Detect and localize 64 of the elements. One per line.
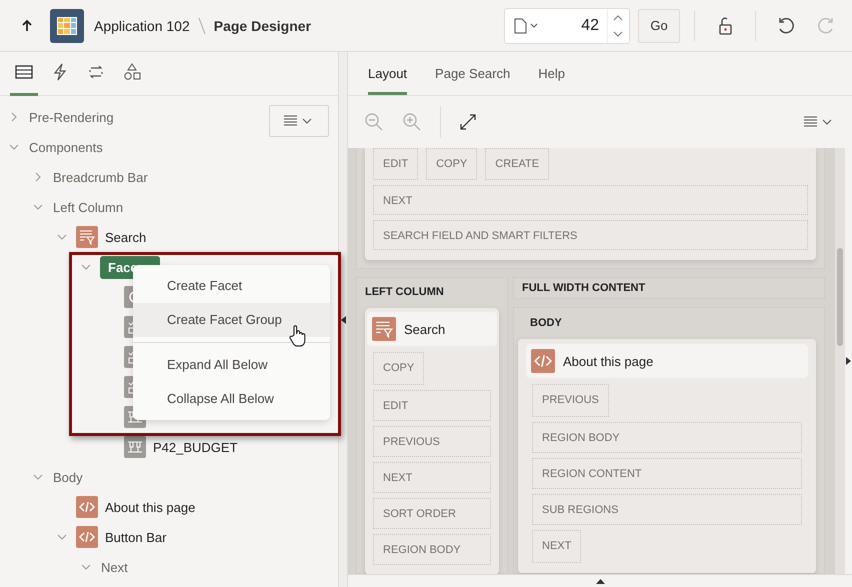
menu-item[interactable]: Create Facet xyxy=(133,269,330,303)
page-number-field[interactable]: 42 xyxy=(504,8,630,44)
scrollbar-thumb[interactable] xyxy=(837,248,843,346)
facets-icon xyxy=(372,317,396,341)
tree-node[interactable]: P42_BUDGET xyxy=(152,436,239,458)
tree-node[interactable]: Next xyxy=(100,556,129,578)
panel-tab[interactable]: Help xyxy=(538,52,565,95)
app-logo-icon[interactable] xyxy=(50,8,84,42)
button-slot[interactable]: SEARCH FIELD AND SMART FILTERS xyxy=(373,220,808,250)
code-icon xyxy=(76,496,98,518)
tree-node[interactable]: Button Bar xyxy=(104,526,168,548)
region-header[interactable]: About this page xyxy=(526,344,808,378)
expand-arrows-icon[interactable] xyxy=(459,113,477,131)
button-slot[interactable]: REGION CONTENT xyxy=(532,458,802,489)
page-icon xyxy=(513,18,539,34)
menu-dropdown-button[interactable] xyxy=(269,105,329,137)
page-number: 42 xyxy=(580,16,600,34)
button-slot[interactable]: PREVIOUS xyxy=(373,426,491,457)
region-title: Search xyxy=(404,322,446,336)
button-slot[interactable]: NEXT xyxy=(532,530,582,563)
tree-node[interactable]: Left Column xyxy=(52,196,124,218)
tree-node[interactable]: Search xyxy=(104,226,148,248)
button-slot[interactable]: REGION BODY xyxy=(373,534,491,565)
page-title: Page Designer xyxy=(214,18,312,34)
refresh-icon xyxy=(87,63,105,81)
column-title: FULL WIDTH CONTENT xyxy=(522,282,646,294)
button-slot[interactable]: NEXT xyxy=(373,462,491,493)
button-slot[interactable]: SORT ORDER xyxy=(373,498,491,529)
panel-tab[interactable]: Page Search xyxy=(435,52,510,95)
lightning-icon xyxy=(52,63,68,81)
column-title: LEFT COLUMN xyxy=(365,285,445,300)
code-icon xyxy=(531,349,555,373)
menu-item[interactable]: Collapse All Below xyxy=(133,382,330,416)
facets-icon xyxy=(76,226,98,248)
button-slot[interactable]: COPY xyxy=(373,352,424,385)
column-title: BODY xyxy=(529,316,563,331)
button-slot[interactable]: CREATE xyxy=(485,148,550,180)
tree-node[interactable]: Pre-Rendering xyxy=(28,106,115,128)
collapse-up-icon[interactable] xyxy=(596,578,604,584)
range-icon xyxy=(124,436,146,458)
tree-view-icon xyxy=(15,64,33,80)
hand-cursor-icon xyxy=(288,324,306,348)
button-slot[interactable]: EDIT xyxy=(373,390,491,421)
button-slot[interactable]: PREVIOUS xyxy=(532,384,609,417)
button-slot[interactable]: SUB REGIONS xyxy=(532,494,802,525)
menu-item[interactable]: Create Facet Group xyxy=(133,303,330,337)
shapes-icon xyxy=(123,63,141,81)
app-name-link[interactable]: Application 102 xyxy=(94,18,190,34)
menu-item[interactable]: Expand All Below xyxy=(133,348,330,382)
panel-tab[interactable]: Layout xyxy=(368,52,408,95)
menu-icon xyxy=(802,115,834,129)
code-icon xyxy=(76,526,98,548)
button-slot[interactable]: NEXT xyxy=(373,185,808,215)
region-header[interactable]: Search xyxy=(367,312,497,346)
button-slot[interactable]: REGION BODY xyxy=(532,422,802,453)
button-slot[interactable]: EDIT xyxy=(373,148,418,180)
breadcrumb-separator-icon xyxy=(198,16,206,34)
go-button[interactable]: Go xyxy=(638,8,680,42)
region-title: About this page xyxy=(563,354,654,368)
tree-node[interactable]: Components xyxy=(28,136,104,158)
button-slot[interactable]: COPY xyxy=(426,148,478,180)
tree-node[interactable]: Body xyxy=(52,466,84,488)
tree-node[interactable]: Breadcrumb Bar xyxy=(52,166,149,188)
tree-node[interactable]: About this page xyxy=(104,496,196,518)
